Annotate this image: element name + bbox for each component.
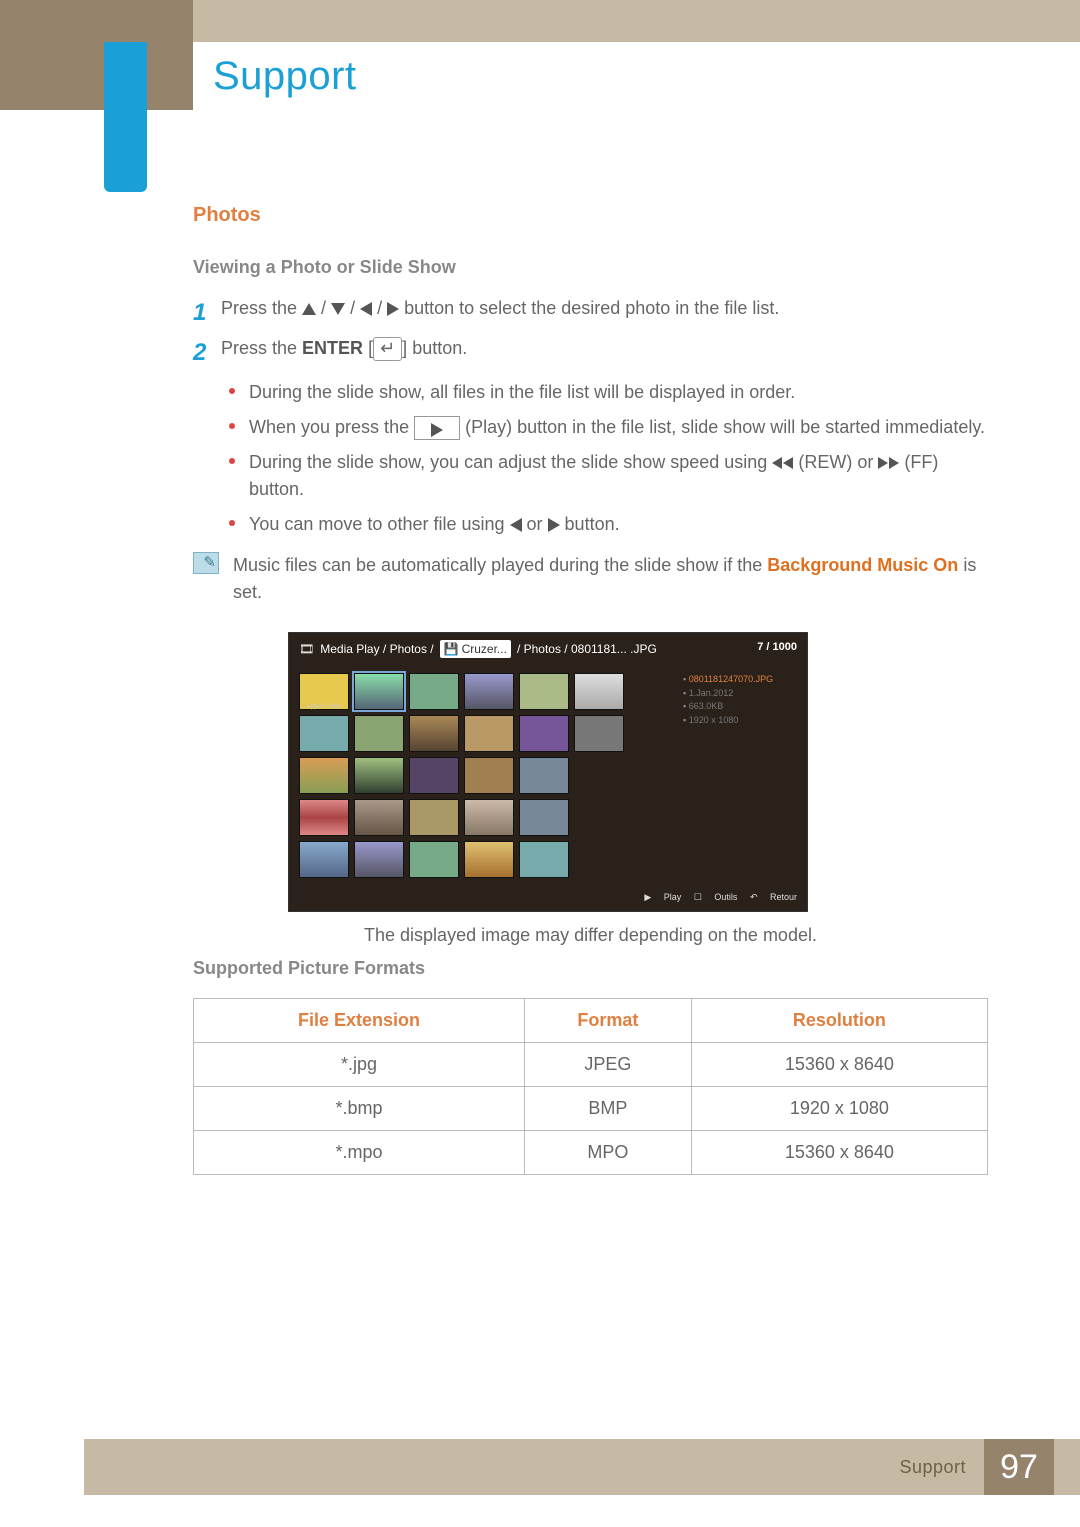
- figure-caption: The displayed image may differ depending…: [193, 922, 988, 949]
- media-play-icon: 🎞: [299, 640, 314, 658]
- play-button-icon: [414, 416, 460, 440]
- bullet-item: When you press the (Play) button in the …: [229, 414, 988, 441]
- breadcrumb: 🎞 Media Play / Photos / 💾 Cruzer... / Ph…: [289, 633, 807, 665]
- step-number: 2: [193, 335, 221, 371]
- chapter-tab: [104, 42, 147, 192]
- arrow-left-icon: [510, 518, 522, 532]
- arrow-right-icon: [387, 302, 399, 316]
- media-play-footer: ▶ Play ☐ Outils ↶ Retour: [289, 888, 807, 911]
- subheading-viewing: Viewing a Photo or Slide Show: [193, 254, 988, 281]
- step-2-text: Press the ENTER [↵] button.: [221, 335, 988, 371]
- media-play-screenshot: 🎞 Media Play / Photos / 💾 Cruzer... / Ph…: [288, 632, 808, 912]
- item-counter: 7 / 1000: [757, 639, 797, 656]
- bullet-item: You can move to other file using or butt…: [229, 511, 988, 538]
- step-number: 1: [193, 295, 221, 331]
- table-row: *.mpoMPO15360 x 8640: [194, 1130, 988, 1174]
- subheading-formats: Supported Picture Formats: [193, 955, 988, 982]
- bullet-item: During the slide show, all files in the …: [229, 379, 988, 406]
- section-heading-photos: Photos: [193, 200, 988, 230]
- fast-forward-icon: [878, 457, 899, 469]
- step-1-text: Press the / / / button to select the des…: [221, 295, 988, 331]
- col-format: Format: [524, 998, 691, 1042]
- arrow-right-icon: [548, 518, 560, 532]
- arrow-down-icon: [331, 303, 345, 315]
- table-row: *.jpgJPEG15360 x 8640: [194, 1042, 988, 1086]
- page-footer: Support 97: [84, 1439, 1080, 1495]
- device-chip: 💾 Cruzer...: [440, 640, 511, 658]
- enter-button-icon: ↵: [373, 337, 402, 361]
- table-row: *.bmpBMP1920 x 1080: [194, 1086, 988, 1130]
- col-resolution: Resolution: [691, 998, 987, 1042]
- page-title: Support: [213, 54, 357, 99]
- note-text: Music files can be automatically played …: [233, 552, 988, 606]
- thumbnail-selected: [354, 673, 404, 710]
- arrow-up-icon: [302, 303, 316, 315]
- formats-table: File Extension Format Resolution *.jpgJP…: [193, 998, 988, 1175]
- file-info-panel: 0801181247070.JPG 1.Jan.2012 663.0KB 192…: [679, 665, 807, 888]
- col-file-extension: File Extension: [194, 998, 525, 1042]
- arrow-left-icon: [360, 302, 372, 316]
- rewind-icon: [772, 457, 793, 469]
- footer-section-name: Support: [899, 1457, 966, 1478]
- bullet-item: During the slide show, you can adjust th…: [229, 449, 988, 503]
- thumbnail-grid: Upper Folder: [289, 665, 679, 888]
- note-icon: [193, 552, 219, 574]
- upper-folder: Upper Folder: [299, 673, 349, 710]
- page-number: 97: [984, 1439, 1054, 1495]
